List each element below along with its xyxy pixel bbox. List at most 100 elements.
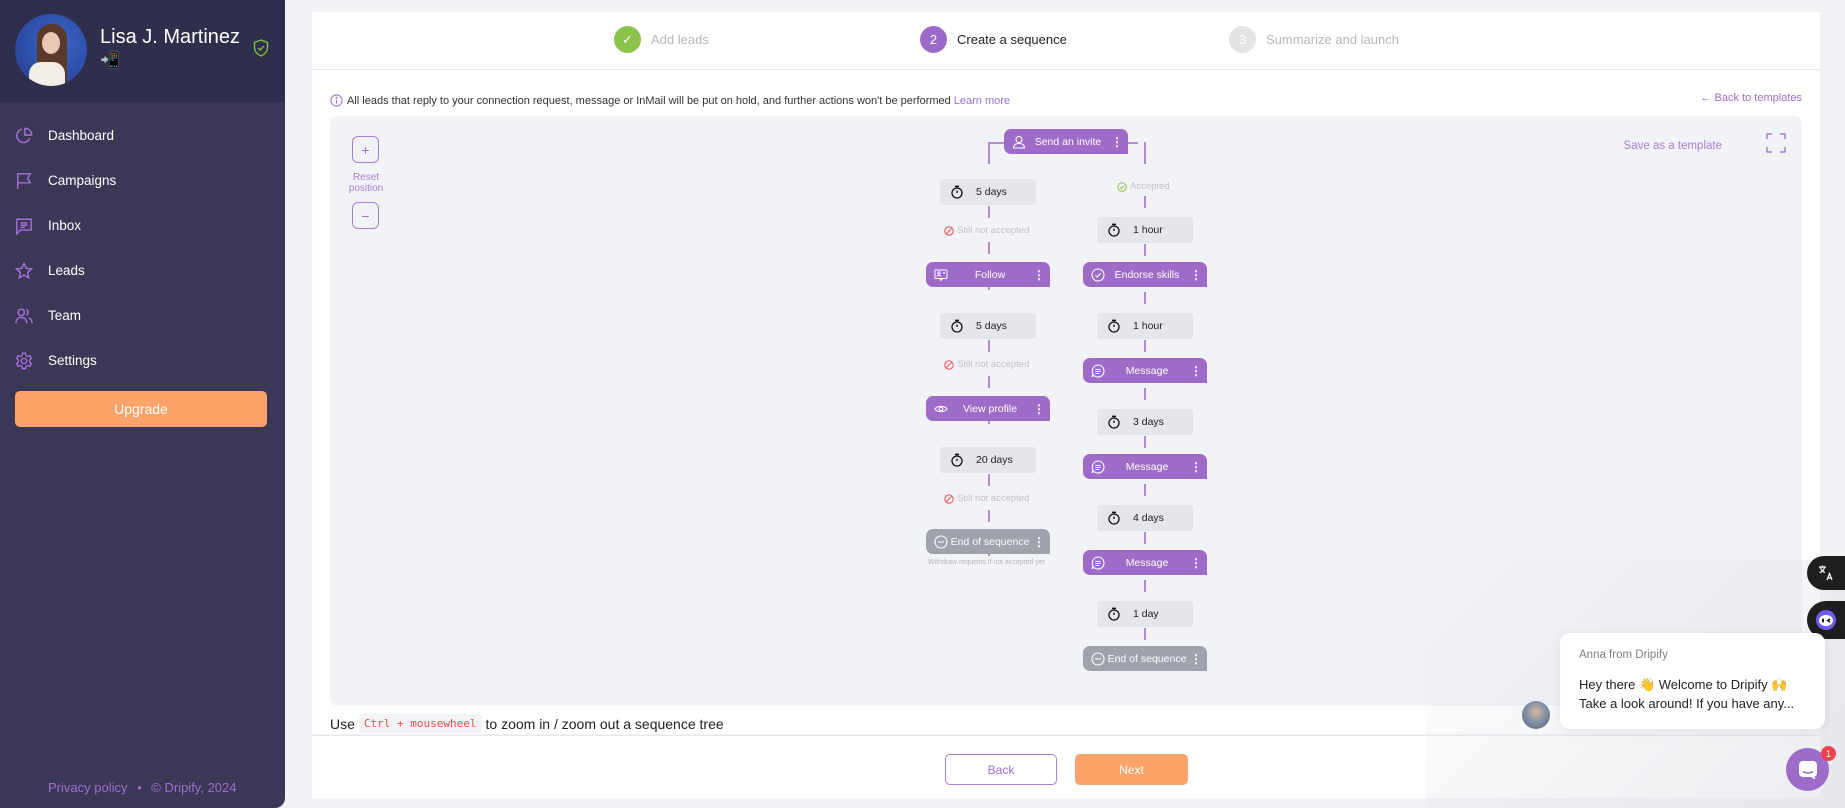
star-icon [15,261,33,279]
action-view-profile[interactable]: View profile ⋮ [926,396,1050,421]
zoom-in-button[interactable]: + [352,136,379,163]
kebab-menu-icon[interactable]: ⋮ [1189,364,1203,378]
condition-label: Still not accepted [944,359,1029,370]
connector-line [1144,532,1146,544]
delay-node[interactable]: 5 days [940,313,1036,339]
translate-button[interactable] [1807,556,1845,590]
pie-chart-icon [16,127,33,143]
action-endorse-skills[interactable]: Endorse skills ⋮ [1083,262,1207,287]
kebab-menu-icon[interactable]: ⋮ [1189,460,1203,474]
zoom-out-button[interactable]: − [352,202,379,229]
zoom-hint: Use Ctrl + mousewheel to zoom in / zoom … [330,714,724,733]
sequence-canvas[interactable]: + Reset position − Save as a template Se… [330,116,1802,706]
delay-node[interactable]: 1 day [1097,601,1193,627]
privacy-policy-link[interactable]: Privacy policy [48,780,127,795]
avatar[interactable] [15,14,87,86]
kebab-menu-icon[interactable]: ⋮ [1032,268,1046,282]
kebab-menu-icon[interactable]: ⋮ [1032,402,1046,416]
info-icon [330,94,343,107]
end-of-sequence-node[interactable]: End of sequence ⋮ [926,529,1050,554]
back-button[interactable]: Back [945,754,1057,785]
delay-node[interactable]: 20 days [940,447,1036,473]
action-label: Follow [974,268,1006,281]
delay-node[interactable]: 5 days [940,179,1036,205]
sidebar-item-campaigns[interactable]: Campaigns [0,158,285,203]
hint-text: to zoom in / zoom out a sequence tree [485,715,724,732]
gear-icon [15,352,33,369]
connector-line [988,242,990,254]
save-as-template-link[interactable]: Save as a template [1624,140,1722,152]
step-label: Add leads [651,32,709,47]
condition-label: Accepted [1117,181,1170,192]
connector-line [988,510,990,522]
action-message[interactable]: Message ⋮ [1083,358,1207,383]
profile-status-emoji: 📲 [100,52,120,69]
sidebar-item-inbox[interactable]: Inbox [0,203,285,248]
condition-text: Still not accepted [957,493,1030,504]
follow-icon [934,269,948,281]
kebab-menu-icon[interactable]: ⋮ [1032,535,1046,549]
delay-node[interactable]: 4 days [1097,505,1193,531]
step-summarize-launch[interactable]: 3 Summarize and launch [1229,26,1399,53]
fullscreen-icon[interactable] [1766,133,1786,153]
stopwatch-icon [1108,607,1120,621]
kebab-menu-icon[interactable]: ⋮ [1189,652,1203,666]
learn-more-link[interactable]: Learn more [954,95,1010,107]
sidebar-item-label: Team [48,308,82,323]
sidebar-item-label: Leads [48,263,85,278]
not-accepted-icon [944,359,954,370]
connector-line [988,142,990,164]
notice-text: All leads that reply to your connection … [347,94,951,107]
action-label: Message [1125,556,1169,569]
sidebar-item-team[interactable]: Team [0,293,285,338]
kebab-menu-icon[interactable]: ⋮ [1189,556,1203,570]
upgrade-button[interactable]: Upgrade [15,391,267,427]
condition-label: Still not accepted [944,493,1029,504]
sidebar-item-leads[interactable]: Leads [0,248,285,293]
campaign-stepper: ✓ Add leads 2 Create a sequence 3 Summar… [312,12,1820,70]
stopwatch-icon [1108,415,1120,429]
withdraw-note: Withdraw requests if not accepted yet [928,559,1045,566]
connector-line [1144,484,1146,496]
action-message[interactable]: Message ⋮ [1083,454,1207,479]
step-create-sequence[interactable]: 2 Create a sequence [920,26,1067,53]
kebab-menu-icon[interactable]: ⋮ [1189,268,1203,282]
connector-line [988,206,990,218]
chat-preview-bubble[interactable]: Anna from Dripify Hey there 👋 Welcome to… [1560,633,1825,729]
delay-node[interactable]: 1 hour [1097,313,1193,339]
step-label: Summarize and launch [1266,32,1399,47]
action-label: Message [1125,460,1169,473]
translate-icon [1819,565,1833,581]
eye-icon [934,405,948,412]
delay-node[interactable]: 3 days [1097,409,1193,435]
connector-line [1144,196,1146,208]
action-follow[interactable]: Follow ⋮ [926,262,1050,287]
message-square-icon [16,218,32,235]
connector-line [1144,340,1146,352]
kebab-menu-icon[interactable]: ⋮ [1110,135,1124,149]
back-to-templates-link[interactable]: ← Back to templates [1701,92,1803,104]
stopwatch-icon [951,453,963,467]
connector-line [1144,436,1146,448]
stopwatch-icon [1108,511,1120,525]
connector-line [988,340,990,352]
step-add-leads[interactable]: ✓ Add leads [614,26,709,53]
connector-line [1144,142,1146,164]
copyright-text: © Dripify, 2024 [151,780,237,795]
delay-label: 4 days [1133,512,1164,524]
sidebar-item-label: Campaigns [48,173,117,188]
delay-node[interactable]: 1 hour [1097,217,1193,243]
action-send-invite[interactable]: Send an invite ⋮ [1004,129,1128,154]
sidebar-item-dashboard[interactable]: Dashboard [0,113,285,158]
connector-line [1144,292,1146,304]
reset-position-button[interactable]: Reset position [343,172,389,194]
connector-line [1144,244,1146,256]
end-of-sequence-node[interactable]: End of sequence ⋮ [1083,646,1207,671]
stopwatch-icon [1108,223,1120,237]
sidebar-item-settings[interactable]: Settings [0,338,285,383]
action-label: End of sequence [1107,652,1187,665]
delay-label: 3 days [1133,416,1164,428]
next-button[interactable]: Next [1075,754,1188,785]
action-label: Message [1125,364,1169,377]
action-message[interactable]: Message ⋮ [1083,550,1207,575]
